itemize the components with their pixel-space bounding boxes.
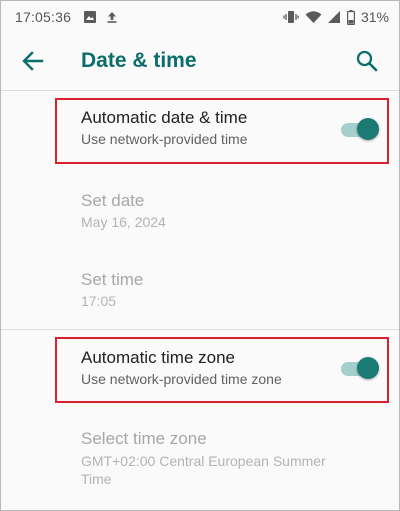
divider bbox=[1, 329, 399, 330]
setting-select-time-zone: Select time zone GMT+02:00 Central Europ… bbox=[1, 419, 399, 505]
setting-title: Set time bbox=[81, 270, 144, 289]
setting-summary: 17:05 bbox=[81, 293, 117, 309]
battery-percent: 31% bbox=[360, 9, 389, 25]
upload-icon bbox=[105, 10, 119, 24]
setting-title: Select time zone bbox=[81, 429, 207, 448]
page-title: Date & time bbox=[81, 49, 197, 72]
vibrate-icon bbox=[283, 10, 299, 24]
image-icon bbox=[83, 10, 97, 24]
setting-set-time: Set time 17:05 bbox=[1, 260, 399, 330]
screen: 17:05:36 31% Date & time Automatic date … bbox=[0, 0, 400, 511]
battery-icon bbox=[346, 9, 355, 25]
signal-icon bbox=[327, 10, 341, 24]
search-icon[interactable] bbox=[353, 47, 381, 75]
setting-summary: GMT+02:00 Central European Summer Time bbox=[81, 453, 326, 487]
status-bar: 17:05:36 31% bbox=[1, 1, 399, 33]
setting-set-date: Set date May 16, 2024 bbox=[1, 181, 399, 251]
status-time: 17:05:36 bbox=[15, 9, 72, 25]
setting-title: Set date bbox=[81, 191, 145, 210]
divider bbox=[1, 90, 399, 91]
highlight-box bbox=[55, 337, 389, 403]
app-bar: Date & time bbox=[1, 33, 399, 89]
setting-summary: May 16, 2024 bbox=[81, 214, 166, 230]
highlight-box bbox=[55, 98, 389, 164]
wifi-icon bbox=[305, 10, 322, 24]
arrow-back-icon[interactable] bbox=[19, 47, 47, 75]
